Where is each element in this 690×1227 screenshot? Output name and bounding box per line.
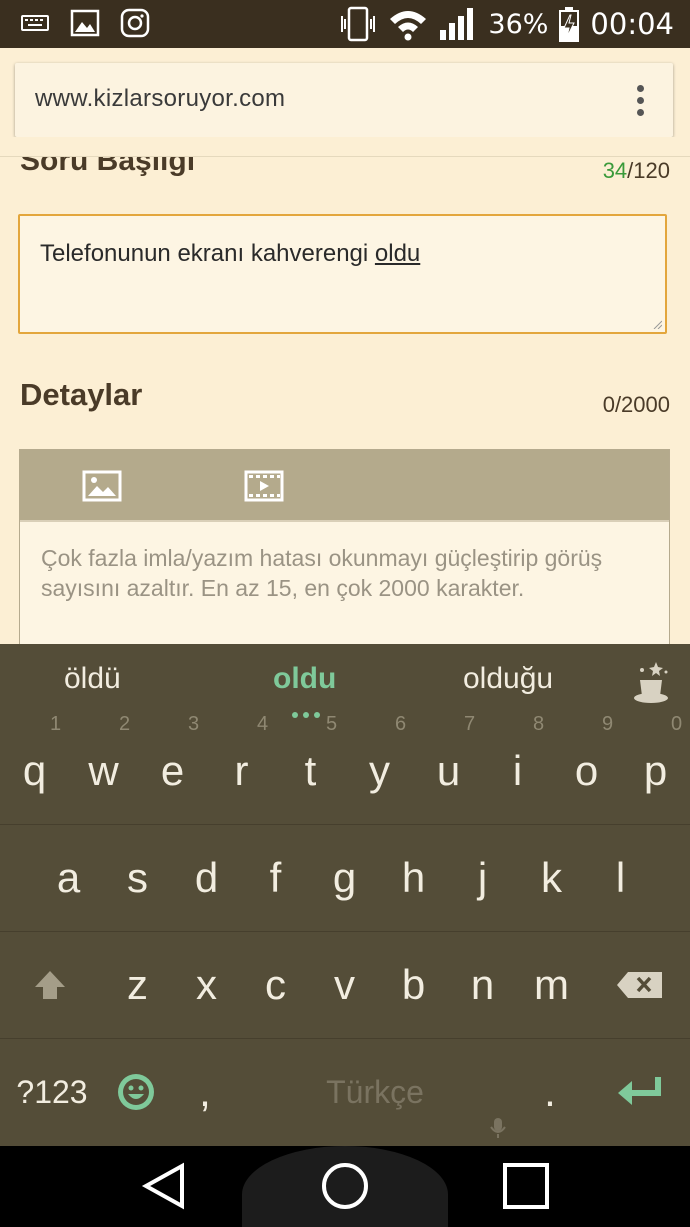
details-label: Detaylar bbox=[20, 377, 143, 412]
home-icon[interactable] bbox=[320, 1161, 370, 1211]
image-icon bbox=[70, 9, 100, 37]
key-l[interactable]: l bbox=[586, 825, 655, 931]
keyboard-icon bbox=[21, 15, 49, 31]
enter-key[interactable] bbox=[590, 1039, 690, 1145]
suggestion-3[interactable]: olduğu bbox=[463, 662, 553, 696]
details-editor[interactable]: Çok fazla imla/yazım hatası okunmayı güç… bbox=[19, 449, 670, 649]
suggestion-2[interactable]: oldu bbox=[273, 662, 336, 696]
microphone-icon bbox=[490, 1118, 506, 1138]
key-x[interactable]: x bbox=[172, 932, 241, 1038]
insert-video-icon[interactable] bbox=[244, 470, 284, 502]
key-n[interactable]: n bbox=[448, 932, 517, 1038]
key-f[interactable]: f bbox=[241, 825, 310, 931]
url-bar[interactable]: www.kizlarsoruyor.com bbox=[15, 63, 673, 137]
magic-hat-icon[interactable] bbox=[630, 658, 672, 708]
toolbar-shadow-strip bbox=[0, 137, 690, 157]
question-title-value[interactable]: Telefonunun ekranı kahverengi oldu bbox=[40, 240, 420, 268]
url-text[interactable]: www.kizlarsoruyor.com bbox=[35, 85, 285, 113]
key-i[interactable]: 8i bbox=[483, 713, 552, 824]
title-char-counter: 34/120 bbox=[603, 158, 670, 184]
overflow-menu-icon[interactable] bbox=[637, 85, 645, 119]
key-u[interactable]: 7u bbox=[414, 713, 483, 824]
key-a[interactable]: a bbox=[34, 825, 103, 931]
emoji-key[interactable] bbox=[104, 1039, 168, 1145]
shift-icon bbox=[35, 971, 65, 999]
key-s[interactable]: s bbox=[103, 825, 172, 931]
title-char-max: /120 bbox=[627, 158, 670, 183]
key-m[interactable]: m bbox=[517, 932, 586, 1038]
question-title-input[interactable]: Telefonunun ekranı kahverengi oldu bbox=[18, 214, 667, 334]
status-bar: 36% 00:04 bbox=[0, 0, 690, 48]
soft-keyboard: öldü oldu olduğu 1q 2w 3e 4r 5t 6y 7u 8i… bbox=[0, 644, 690, 1146]
key-o[interactable]: 9o bbox=[552, 713, 621, 824]
battery-percent: 36% bbox=[488, 8, 549, 40]
key-g[interactable]: g bbox=[310, 825, 379, 931]
key-e[interactable]: 3e bbox=[138, 713, 207, 824]
keyboard-row-2: a s d f g h j k l bbox=[0, 825, 690, 932]
key-w[interactable]: 2w bbox=[69, 713, 138, 824]
key-y[interactable]: 6y bbox=[345, 713, 414, 824]
resize-handle-icon[interactable] bbox=[652, 319, 662, 329]
editor-toolbar bbox=[20, 450, 669, 522]
details-placeholder: Çok fazla imla/yazım hatası okunmayı güç… bbox=[41, 545, 603, 601]
space-key[interactable]: Türkçe bbox=[240, 1039, 510, 1145]
signal-icon bbox=[440, 8, 474, 40]
emoji-icon bbox=[118, 1074, 154, 1110]
battery-charging-icon bbox=[559, 7, 580, 42]
enter-icon bbox=[618, 1077, 661, 1105]
backspace-key[interactable] bbox=[590, 932, 690, 1038]
key-k[interactable]: k bbox=[517, 825, 586, 931]
suggestion-1[interactable]: öldü bbox=[64, 662, 121, 696]
vibrate-icon bbox=[341, 6, 376, 42]
keyboard-row-3: z x c v b n m bbox=[0, 932, 690, 1039]
notification-icons bbox=[20, 8, 150, 38]
shift-key[interactable] bbox=[0, 932, 100, 1038]
key-p[interactable]: 0p bbox=[621, 713, 690, 824]
system-icons: 36% 00:04 bbox=[338, 6, 674, 42]
key-r[interactable]: 4r bbox=[207, 713, 276, 824]
symbols-key[interactable]: ?123 bbox=[0, 1039, 104, 1145]
details-char-counter: 0/2000 bbox=[602, 392, 670, 417]
back-icon[interactable] bbox=[140, 1162, 188, 1210]
composing-word: oldu bbox=[374, 240, 421, 267]
key-h[interactable]: h bbox=[379, 825, 448, 931]
key-c[interactable]: c bbox=[241, 932, 310, 1038]
backspace-icon bbox=[617, 972, 662, 998]
recents-icon[interactable] bbox=[502, 1162, 550, 1210]
clock: 00:04 bbox=[590, 7, 674, 41]
key-v[interactable]: v bbox=[310, 932, 379, 1038]
key-q[interactable]: 1q bbox=[0, 713, 69, 824]
keyboard-row-1: 1q 2w 3e 4r 5t 6y 7u 8i 9o 0p bbox=[0, 713, 690, 825]
key-d[interactable]: d bbox=[172, 825, 241, 931]
comma-key[interactable]: , bbox=[170, 1039, 240, 1145]
period-key[interactable]: . bbox=[515, 1039, 585, 1145]
key-z[interactable]: z bbox=[103, 932, 172, 1038]
instagram-icon bbox=[120, 8, 150, 38]
wifi-icon bbox=[390, 11, 427, 41]
navigation-bar bbox=[0, 1146, 690, 1227]
key-j[interactable]: j bbox=[448, 825, 517, 931]
insert-image-icon[interactable] bbox=[82, 470, 122, 502]
title-char-current: 34 bbox=[602, 158, 628, 183]
key-b[interactable]: b bbox=[379, 932, 448, 1038]
key-t[interactable]: 5t bbox=[276, 713, 345, 824]
keyboard-row-4: ?123 , Türkçe . bbox=[0, 1039, 690, 1145]
